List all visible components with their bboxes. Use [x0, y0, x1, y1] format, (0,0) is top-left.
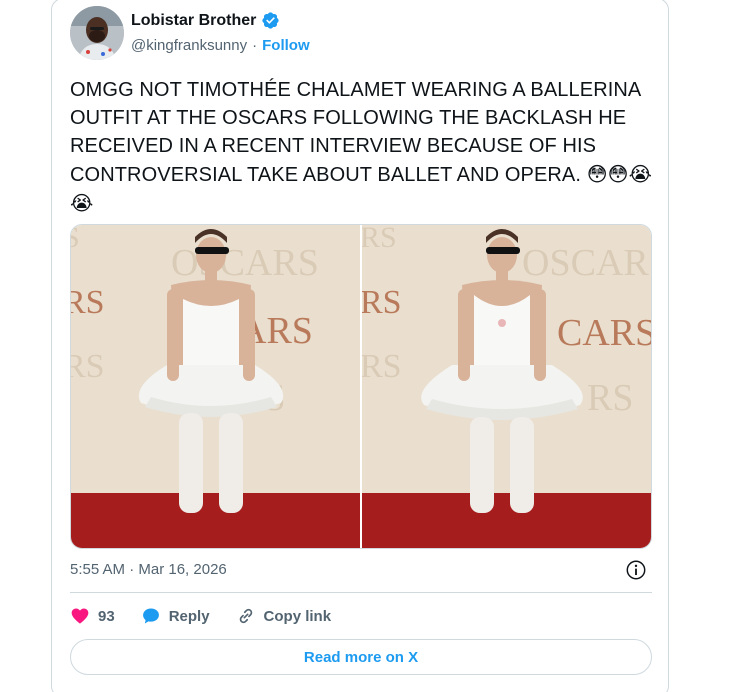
tweet-card: Lobistar Brother @kingfranksunny · Follo…	[51, 0, 669, 692]
reply-button[interactable]: Reply	[141, 606, 210, 626]
like-count: 93	[98, 607, 115, 625]
heart-icon	[71, 608, 89, 624]
separator-dot: ·	[252, 37, 258, 54]
svg-text:RS: RS	[71, 348, 105, 385]
photo-backdrop-text: OSCARS	[171, 242, 319, 284]
read-more-button[interactable]: Read more on X	[70, 639, 652, 675]
reply-label: Reply	[168, 607, 210, 625]
svg-text:CARS: CARS	[557, 312, 651, 354]
like-button[interactable]: 93	[70, 606, 115, 626]
svg-text:RS: RS	[362, 225, 397, 254]
svg-text:RS: RS	[71, 284, 105, 321]
follow-button[interactable]: Follow	[262, 37, 310, 54]
info-icon[interactable]	[625, 559, 647, 581]
action-bar: 93 Reply Copy link	[70, 603, 357, 629]
reply-bubble-icon	[142, 608, 159, 624]
copy-link-label: Copy link	[263, 607, 332, 625]
photo-2[interactable]: OSCARS CARS RS RS RS RS	[362, 225, 651, 548]
svg-text:RS: RS	[362, 284, 402, 321]
author-handle-row: @kingfranksunny · Follow	[131, 37, 310, 54]
svg-text:RS: RS	[587, 377, 633, 419]
author-row: Lobistar Brother	[131, 11, 280, 30]
tweet-text: OMGG NOT TIMOTHÉE CHALAMET WEARING A BAL…	[70, 76, 655, 218]
link-icon	[239, 608, 252, 624]
copy-link-button[interactable]: Copy link	[236, 606, 332, 626]
divider	[70, 592, 652, 593]
svg-text:S: S	[71, 225, 80, 254]
svg-text:RS: RS	[362, 348, 402, 385]
tweet-timestamp[interactable]: 5:55 AM · Mar 16, 2026	[70, 561, 227, 578]
photo-1[interactable]: OSCARS ARS RS RS RS S	[71, 225, 360, 548]
photo-backdrop-text: OSCARS	[522, 242, 651, 284]
author-handle[interactable]: @kingfranksunny	[131, 37, 247, 54]
author-name[interactable]: Lobistar Brother	[131, 12, 256, 30]
verified-badge-icon	[262, 12, 279, 29]
media-grid: OSCARS ARS RS RS RS S	[70, 224, 652, 549]
avatar[interactable]	[70, 6, 124, 60]
tweet-body: OMGG NOT TIMOTHÉE CHALAMET WEARING A BAL…	[70, 79, 641, 186]
